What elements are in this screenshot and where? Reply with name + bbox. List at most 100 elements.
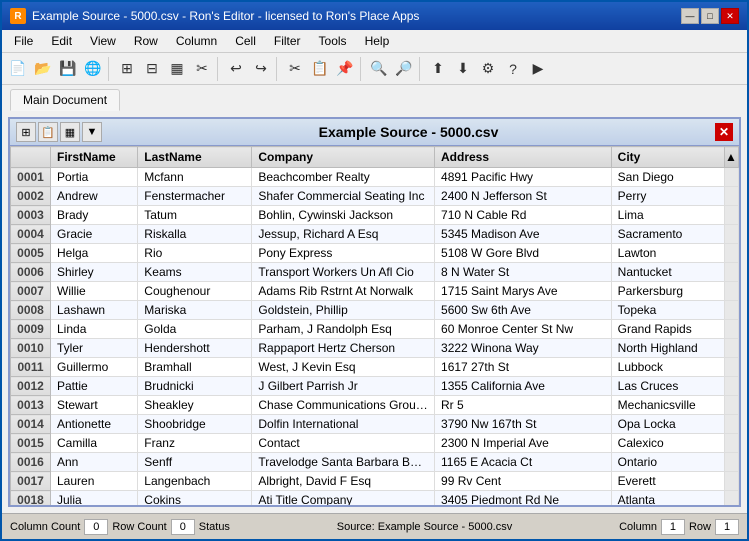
cell-first[interactable]: Andrew — [51, 187, 138, 206]
cell-address[interactable]: 4891 Pacific Hwy — [435, 168, 612, 187]
col-header-firstname[interactable]: FirstName — [51, 147, 138, 168]
cell-address[interactable]: 60 Monroe Center St Nw — [435, 320, 612, 339]
menu-item-view[interactable]: View — [82, 32, 124, 50]
panel-btn-3[interactable]: ▦ — [60, 122, 80, 142]
search-button[interactable]: 🔍 — [367, 57, 391, 81]
cell-last[interactable]: Coughenour — [138, 282, 252, 301]
table-row[interactable]: 0010TylerHendershottRappaport Hertz Cher… — [11, 339, 739, 358]
cell-last[interactable]: Senff — [138, 453, 252, 472]
cell-city[interactable]: Topeka — [611, 301, 724, 320]
cell-company[interactable]: Ati Title Company — [252, 491, 435, 506]
cell-company[interactable]: Beachcomber Realty — [252, 168, 435, 187]
cell-city[interactable]: Mechanicsville — [611, 396, 724, 415]
cell-last[interactable]: Rio — [138, 244, 252, 263]
cell-last[interactable]: Shoobridge — [138, 415, 252, 434]
cell-last[interactable]: Hendershott — [138, 339, 252, 358]
cell-first[interactable]: Linda — [51, 320, 138, 339]
cell-first[interactable]: Guillermo — [51, 358, 138, 377]
export-button[interactable]: ⬇ — [451, 57, 475, 81]
extra-button[interactable]: ▶ — [526, 57, 550, 81]
cell-first[interactable]: Ann — [51, 453, 138, 472]
cell-company[interactable]: Travelodge Santa Barbara Beach — [252, 453, 435, 472]
cut-button[interactable]: ✂ — [283, 57, 307, 81]
grid2-button[interactable]: ⊟ — [140, 57, 164, 81]
cell-address[interactable]: 710 N Cable Rd — [435, 206, 612, 225]
cell-first[interactable]: Lashawn — [51, 301, 138, 320]
table-row[interactable]: 0009LindaGoldaParham, J Randolph Esq60 M… — [11, 320, 739, 339]
table-row[interactable]: 0011GuillermoBramhallWest, J Kevin Esq16… — [11, 358, 739, 377]
cell-last[interactable]: Cokins — [138, 491, 252, 506]
cell-last[interactable]: Langenbach — [138, 472, 252, 491]
cell-address[interactable]: 3405 Piedmont Rd Ne — [435, 491, 612, 506]
cell-city[interactable]: Everett — [611, 472, 724, 491]
cell-last[interactable]: Golda — [138, 320, 252, 339]
maximize-button[interactable]: □ — [701, 8, 719, 24]
help-button[interactable]: ? — [501, 57, 525, 81]
redo-button[interactable]: ↪ — [249, 57, 273, 81]
menu-item-cell[interactable]: Cell — [227, 32, 264, 50]
cell-company[interactable]: Pony Express — [252, 244, 435, 263]
table-row[interactable]: 0014AntionetteShoobridgeDolfin Internati… — [11, 415, 739, 434]
col-header-company[interactable]: Company — [252, 147, 435, 168]
table-row[interactable]: 0008LashawnMariskaGoldstein, Phillip5600… — [11, 301, 739, 320]
import-button[interactable]: ⬆ — [426, 57, 450, 81]
cell-last[interactable]: Franz — [138, 434, 252, 453]
table-container[interactable]: FirstName LastName Company Address City … — [10, 146, 739, 505]
grid1-button[interactable]: ⊞ — [115, 57, 139, 81]
cell-city[interactable]: North Highland — [611, 339, 724, 358]
cell-company[interactable]: Goldstein, Phillip — [252, 301, 435, 320]
cell-last[interactable]: Sheakley — [138, 396, 252, 415]
cell-address[interactable]: 3222 Winona Way — [435, 339, 612, 358]
main-document-tab[interactable]: Main Document — [10, 89, 120, 111]
menu-item-file[interactable]: File — [6, 32, 41, 50]
cell-city[interactable]: Lubbock — [611, 358, 724, 377]
cell-address[interactable]: 5345 Madison Ave — [435, 225, 612, 244]
table-row[interactable]: 0004GracieRiskallaJessup, Richard A Esq5… — [11, 225, 739, 244]
new-button[interactable]: 📄 — [6, 57, 30, 81]
cell-company[interactable]: West, J Kevin Esq — [252, 358, 435, 377]
delete-button[interactable]: ✂ — [190, 57, 214, 81]
cell-last[interactable]: Tatum — [138, 206, 252, 225]
cell-first[interactable]: Pattie — [51, 377, 138, 396]
cell-first[interactable]: Gracie — [51, 225, 138, 244]
cell-city[interactable]: Sacramento — [611, 225, 724, 244]
cell-last[interactable]: Fenstermacher — [138, 187, 252, 206]
menu-item-column[interactable]: Column — [168, 32, 225, 50]
cell-company[interactable]: Adams Rib Rstrnt At Norwalk — [252, 282, 435, 301]
cell-first[interactable]: Tyler — [51, 339, 138, 358]
cell-city[interactable]: Calexico — [611, 434, 724, 453]
cell-company[interactable]: Jessup, Richard A Esq — [252, 225, 435, 244]
menu-item-filter[interactable]: Filter — [266, 32, 309, 50]
cell-address[interactable]: 5600 Sw 6th Ave — [435, 301, 612, 320]
paste-button[interactable]: 📌 — [333, 57, 357, 81]
cell-city[interactable]: San Diego — [611, 168, 724, 187]
cell-city[interactable]: Lawton — [611, 244, 724, 263]
table-row[interactable]: 0018JuliaCokinsAti Title Company3405 Pie… — [11, 491, 739, 506]
cell-company[interactable]: Chase Communications Group Ltd — [252, 396, 435, 415]
cell-address[interactable]: 2400 N Jefferson St — [435, 187, 612, 206]
grid3-button[interactable]: ▦ — [165, 57, 189, 81]
cell-company[interactable]: Contact — [252, 434, 435, 453]
col-header-address[interactable]: Address — [435, 147, 612, 168]
cell-address[interactable]: 3790 Nw 167th St — [435, 415, 612, 434]
panel-btn-2[interactable]: 📋 — [38, 122, 58, 142]
cell-first[interactable]: Portia — [51, 168, 138, 187]
panel-btn-1[interactable]: ⊞ — [16, 122, 36, 142]
cell-address[interactable]: 1617 27th St — [435, 358, 612, 377]
panel-dropdown-btn[interactable]: ▼ — [82, 122, 102, 142]
table-row[interactable]: 0006ShirleyKeamsTransport Workers Un Afl… — [11, 263, 739, 282]
open-button[interactable]: 📂 — [31, 57, 55, 81]
cell-city[interactable]: Perry — [611, 187, 724, 206]
undo-button[interactable]: ↩ — [224, 57, 248, 81]
table-row[interactable]: 0013StewartSheakleyChase Communications … — [11, 396, 739, 415]
cell-first[interactable]: Helga — [51, 244, 138, 263]
table-row[interactable]: 0017LaurenLangenbachAlbright, David F Es… — [11, 472, 739, 491]
table-row[interactable]: 0005HelgaRioPony Express5108 W Gore Blvd… — [11, 244, 739, 263]
cell-first[interactable]: Willie — [51, 282, 138, 301]
web-button[interactable]: 🌐 — [81, 57, 105, 81]
cell-company[interactable]: Rappaport Hertz Cherson — [252, 339, 435, 358]
copy-button[interactable]: 📋 — [308, 57, 332, 81]
cell-company[interactable]: Parham, J Randolph Esq — [252, 320, 435, 339]
cell-company[interactable]: Albright, David F Esq — [252, 472, 435, 491]
table-row[interactable]: 0001PortiaMcfannBeachcomber Realty4891 P… — [11, 168, 739, 187]
